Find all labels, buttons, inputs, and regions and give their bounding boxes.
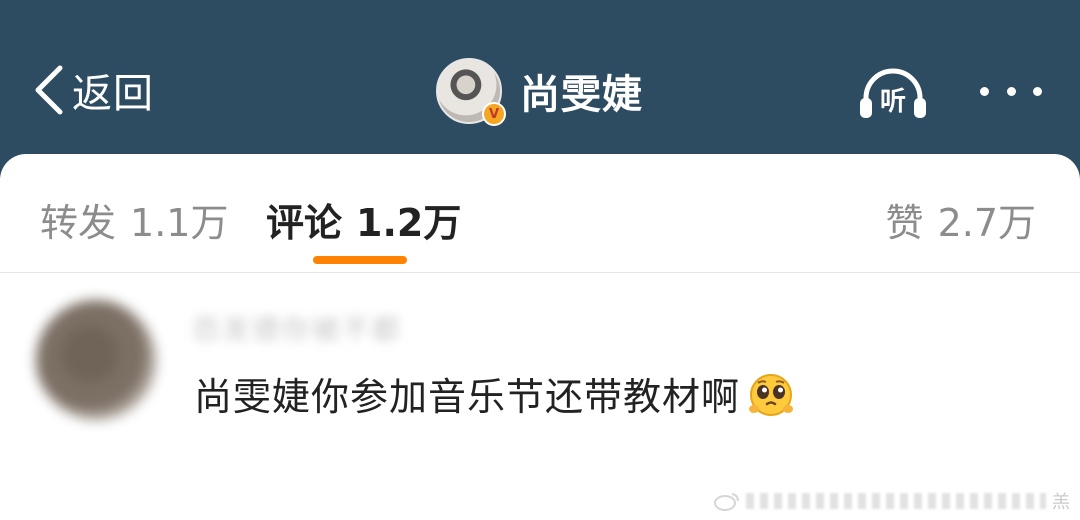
- watermark-blur: [746, 493, 1046, 509]
- back-button[interactable]: 返回: [32, 62, 154, 118]
- verified-badge-label: V: [488, 106, 500, 122]
- watermark-text: 羔: [1052, 492, 1070, 513]
- chevron-left-icon: [35, 65, 63, 115]
- listen-button[interactable]: 听: [858, 64, 928, 120]
- top-bar: 返回 V 尚雯婕 听: [0, 0, 1080, 170]
- commenter-avatar[interactable]: [36, 300, 156, 420]
- dot-icon: [1006, 86, 1016, 96]
- profile-header[interactable]: V 尚雯婕: [436, 56, 643, 126]
- dot-icon: [1033, 86, 1042, 96]
- tab-bar: 转发 1.1万 评论 1.2万 赞 2.7万: [0, 154, 1080, 273]
- avatar-container: V: [436, 58, 506, 126]
- tab-comment[interactable]: 评论 1.2万: [266, 192, 461, 247]
- tab-repost-label: 转发: [40, 201, 117, 245]
- tab-comment-label: 评论: [266, 201, 343, 245]
- tab-like-count: 2.7万: [937, 201, 1036, 245]
- weibo-logo-icon: [714, 493, 739, 511]
- comments-panel: 转发 1.1万 评论 1.2万 赞 2.7万 恐发德你被不都 尚雯婕你参加音乐节还带教…: [0, 154, 1080, 520]
- comment-text-row: 尚雯婕你参加音乐节还带教材啊: [194, 366, 794, 421]
- comment-text: 尚雯婕你参加音乐节还带教材啊: [194, 375, 741, 419]
- tab-like[interactable]: 赞 2.7万: [886, 192, 1036, 247]
- tab-repost[interactable]: 转发 1.1万: [40, 192, 228, 247]
- commenter-username[interactable]: 恐发德你被不都: [192, 308, 402, 348]
- tab-like-label: 赞: [885, 201, 924, 245]
- active-tab-indicator: [313, 256, 407, 264]
- dot-icon: [980, 86, 989, 96]
- tab-repost-count: 1.1万: [130, 201, 229, 245]
- listen-label: 听: [880, 87, 906, 117]
- pleading-face-emoji-icon: [748, 371, 794, 417]
- watermark: 羔: [714, 488, 1070, 514]
- more-options-button[interactable]: [980, 76, 1042, 106]
- verified-badge-icon: V: [482, 102, 506, 126]
- back-label: 返回: [72, 71, 154, 117]
- headphones-icon: 听: [860, 68, 926, 118]
- tab-comment-count: 1.2万: [356, 201, 462, 245]
- profile-name[interactable]: 尚雯婕: [520, 62, 643, 120]
- comment-item[interactable]: 恐发德你被不都 尚雯婕你参加音乐节还带教材啊 羔: [0, 284, 1080, 520]
